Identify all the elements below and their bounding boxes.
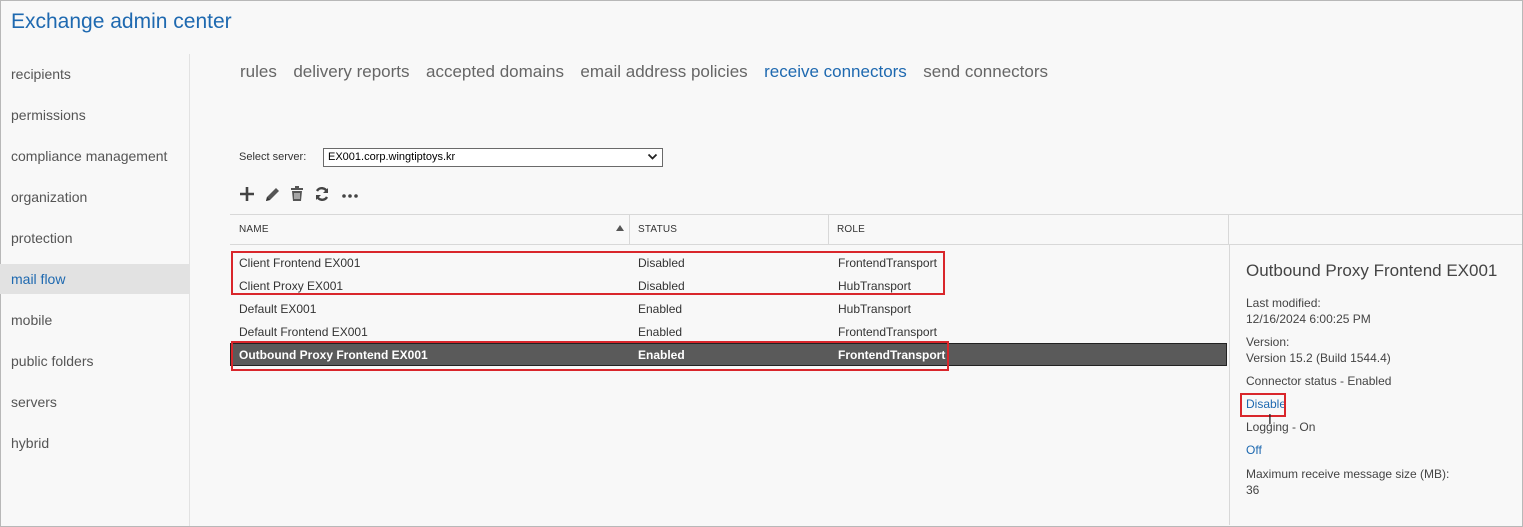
details-pane: Outbound Proxy Frontend EX001 Last modif…	[1229, 245, 1523, 525]
table-header: NAME STATUS ROLE	[230, 214, 1522, 245]
sidebar-item-compliance-management[interactable]: compliance management	[0, 141, 189, 171]
sidebar-item-mobile[interactable]: mobile	[0, 305, 189, 335]
more-icon[interactable]	[341, 184, 359, 204]
sidebar-item-permissions[interactable]: permissions	[0, 100, 189, 130]
app-title: Exchange admin center	[11, 10, 232, 33]
sidebar-item-organization[interactable]: organization	[0, 182, 189, 212]
column-header-name-label: NAME	[239, 224, 269, 235]
tab-rules[interactable]: rules	[240, 62, 277, 82]
last-modified-value: 12/16/2024 6:00:25 PM	[1246, 312, 1371, 326]
last-modified-label: Last modified:	[1246, 296, 1321, 310]
version-value: Version 15.2 (Build 1544.4)	[1246, 351, 1391, 365]
sidebar-item-protection[interactable]: protection	[0, 223, 189, 253]
row-role: HubTransport	[838, 302, 911, 316]
sidebar: recipients permissions compliance manage…	[0, 54, 190, 526]
chevron-down-icon	[647, 151, 658, 165]
max-size-label: Maximum receive message size (MB):	[1246, 467, 1450, 481]
tab-receive-connectors[interactable]: receive connectors	[764, 62, 907, 82]
highlight-box	[231, 341, 949, 371]
sidebar-item-recipients[interactable]: recipients	[0, 59, 189, 89]
column-header-status-label: STATUS	[638, 224, 678, 235]
column-header-status[interactable]: STATUS	[629, 215, 828, 244]
column-divider	[1228, 215, 1229, 244]
sidebar-item-servers[interactable]: servers	[0, 387, 189, 417]
table-row[interactable]: Default EX001 Enabled HubTransport	[230, 298, 1228, 321]
server-select-value: EX001.corp.wingtiptoys.kr	[328, 151, 456, 163]
tab-send-connectors[interactable]: send connectors	[923, 62, 1048, 82]
connector-status: Connector status - Enabled	[1246, 374, 1392, 388]
tab-email-address-policies[interactable]: email address policies	[580, 62, 747, 82]
row-name: Default EX001	[239, 302, 317, 316]
logging-status: Logging - On	[1246, 420, 1316, 434]
tab-bar: rules delivery reports accepted domains …	[240, 62, 1060, 86]
add-icon[interactable]	[238, 184, 256, 204]
highlight-box	[1240, 393, 1286, 417]
server-select[interactable]: EX001.corp.wingtiptoys.kr	[323, 148, 663, 167]
version-label: Version:	[1246, 335, 1290, 349]
row-status: Enabled	[638, 302, 683, 316]
highlight-box	[231, 251, 945, 295]
tab-delivery-reports[interactable]: delivery reports	[293, 62, 409, 82]
column-header-role-label: ROLE	[837, 224, 866, 235]
details-title: Outbound Proxy Frontend EX001	[1246, 261, 1498, 280]
edit-icon[interactable]	[263, 184, 281, 204]
column-header-name[interactable]: NAME	[230, 215, 629, 244]
refresh-icon[interactable]	[313, 184, 331, 204]
sidebar-item-mail-flow[interactable]: mail flow	[0, 264, 189, 294]
max-size-value: 36	[1246, 483, 1260, 497]
text-cursor-icon: I	[1268, 413, 1272, 428]
tab-accepted-domains[interactable]: accepted domains	[426, 62, 564, 82]
column-header-role[interactable]: ROLE	[828, 215, 1228, 244]
delete-icon[interactable]	[288, 184, 306, 204]
sidebar-item-hybrid[interactable]: hybrid	[0, 428, 189, 458]
sort-ascending-icon	[616, 225, 624, 231]
logging-off-link[interactable]: Off	[1246, 443, 1262, 457]
select-server-label: Select server:	[239, 151, 307, 163]
sidebar-item-public-folders[interactable]: public folders	[0, 346, 189, 376]
